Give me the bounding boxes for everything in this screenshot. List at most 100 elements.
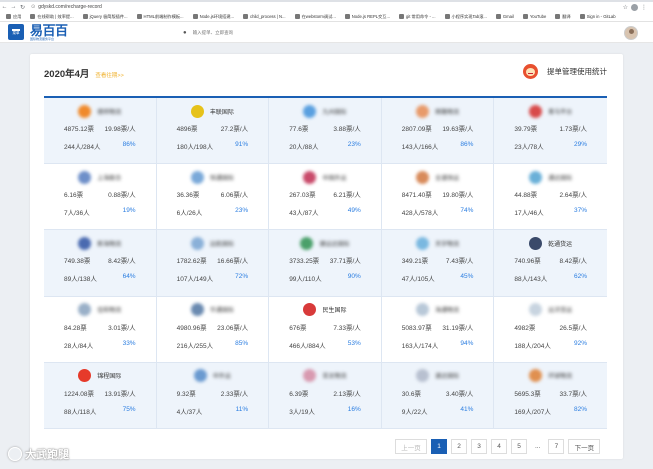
avg-votes: 19.63票/人 bbox=[442, 126, 474, 133]
site-logo[interactable]: 易百百 国际物流服务平台 bbox=[30, 24, 68, 41]
next-page-button[interactable]: 下一页 bbox=[568, 439, 601, 454]
brand-stat-cell[interactable]: 顺路物流 2807.09票 19.63票/人 143人/166人 86% bbox=[381, 98, 495, 165]
brand-stat-cell[interactable]: 华通国际 4980.96票 23.06票/人 216人/255人 85% bbox=[156, 296, 270, 363]
menu-button[interactable]: 菜单 bbox=[8, 24, 24, 40]
bookmark-label: Node.js REPL交互... bbox=[351, 13, 390, 19]
usage-percent: 75% bbox=[122, 405, 136, 413]
bookmark-item[interactable]: child_process | N... bbox=[243, 14, 286, 19]
bookmark-favicon-icon bbox=[555, 14, 561, 19]
usage-percent: 41% bbox=[460, 405, 474, 413]
bookmark-item[interactable]: YouTube bbox=[522, 14, 546, 19]
search-icon[interactable]: ● bbox=[183, 30, 187, 36]
back-icon[interactable]: ← bbox=[0, 3, 9, 12]
usage-percent: 23% bbox=[347, 141, 361, 148]
url-field[interactable]: ⊙ gdyskd.com/recharge-record bbox=[31, 3, 623, 11]
people-count: 3人/19人 bbox=[289, 408, 315, 416]
brand-stat-cell[interactable]: 上海联合 6.16票 0.88票/人 7人/36人 19% bbox=[44, 164, 157, 231]
brand-name: 民生国际 bbox=[322, 308, 347, 315]
bookmark-item[interactable]: 在webstorm调试... bbox=[294, 14, 336, 20]
brand-stat-cell[interactable]: 佳和物流 84.28票 3.01票/人 28人/84人 33% bbox=[44, 296, 157, 363]
bookmark-label: 在线帮助 | 效率提... bbox=[37, 13, 74, 19]
brand-logo-icon bbox=[529, 303, 543, 317]
brand-logo-icon bbox=[529, 236, 543, 250]
brand-stat-cell[interactable]: 远洋货运 4982票 26.5票/人 188人/204人 92% bbox=[494, 297, 607, 363]
bookmark-item[interactable]: Node.js REPL交互... bbox=[344, 13, 390, 20]
bookmark-item[interactable]: Gmail bbox=[495, 14, 514, 19]
avg-votes: 26.5票/人 bbox=[559, 324, 587, 332]
bookmark-item[interactable]: HTML前端制作模板... bbox=[136, 13, 184, 20]
brand-stat-cell[interactable]: 恒通国际 36.36票 6.06票/人 6人/26人 23% bbox=[156, 164, 270, 231]
user-avatar[interactable] bbox=[624, 26, 638, 40]
total-votes: 2807.09票 bbox=[401, 126, 432, 133]
page-button-3[interactable]: 3 bbox=[471, 439, 487, 454]
page-button-1[interactable]: 1 bbox=[431, 439, 447, 454]
brand-name: 速达国际 bbox=[435, 374, 460, 381]
brand-name: 青马平台 bbox=[548, 109, 573, 116]
brand-stat-cell[interactable]: 全速快运 8471.40票 19.80票/人 428人/578人 74% bbox=[381, 164, 495, 231]
more-icon[interactable]: ⋮ bbox=[641, 4, 647, 11]
page-button-2[interactable]: 2 bbox=[451, 439, 467, 454]
bookmark-label: Node.js环境搭建... bbox=[199, 13, 235, 19]
brand-stat-cell[interactable]: 民生国际 676票 7.33票/人 466人/884人 53% bbox=[269, 296, 382, 363]
page-button-4[interactable]: 4 bbox=[491, 439, 507, 454]
search-input[interactable] bbox=[192, 28, 293, 37]
brand-stat-cell[interactable]: 通达国际 44.88票 2.64票/人 17人/46人 37% bbox=[494, 164, 607, 231]
forward-icon[interactable]: → bbox=[9, 3, 18, 12]
brand-stat-cell[interactable]: 中外运 9.32票 2.33票/人 4人/37人 11% bbox=[156, 362, 270, 429]
brand-stat-cell[interactable]: 速达国际 30.6票 3.40票/人 9人/22人 41% bbox=[381, 362, 495, 429]
total-votes: 4980.96票 bbox=[176, 324, 207, 332]
stats-title: 提单管理使用统计 bbox=[547, 67, 607, 76]
brand-logo-icon bbox=[78, 236, 92, 250]
prev-page-button[interactable]: 上一页 bbox=[395, 439, 427, 454]
lock-icon: ⊙ bbox=[31, 4, 36, 10]
avg-votes: 1.73票/人 bbox=[559, 126, 587, 133]
brand-logo-icon bbox=[416, 170, 430, 184]
brand-logo-icon bbox=[416, 303, 430, 317]
bookmark-favicon-icon bbox=[192, 14, 198, 19]
bookmark-item[interactable]: jQuery 极简版插件... bbox=[82, 14, 128, 20]
brand-stat-cell[interactable]: 德邦物流 4875.12票 19.98票/人 244人/284人 86% bbox=[44, 98, 157, 165]
total-votes: 4896票 bbox=[176, 126, 198, 133]
brand-stat-cell[interactable]: 锦程国际 1224.08票 13.91票/人 88人/118人 75% bbox=[44, 362, 157, 429]
bookmark-item[interactable]: git 常用命令 - ... bbox=[398, 14, 436, 20]
brand-stat-cell[interactable]: 九州国际 77.6票 3.88票/人 20人/88人 23% bbox=[269, 98, 382, 165]
brand-logo-icon bbox=[303, 104, 317, 118]
total-votes: 84.28票 bbox=[64, 324, 87, 332]
brand-stat-cell[interactable]: 捷运达国际 3733.25票 37.71票/人 99人/110人 90% bbox=[269, 230, 382, 297]
pagination: 上一页 1 2 3 4 5... 7 下一页 bbox=[395, 439, 601, 454]
brand-stat-cell[interactable]: 远航国际 1782.62票 16.66票/人 107人/149人 72% bbox=[156, 230, 270, 297]
page-button-last[interactable]: 7 bbox=[548, 439, 565, 454]
avg-votes: 3.88票/人 bbox=[333, 126, 361, 133]
bookmark-item[interactable]: Node.js环境搭建... bbox=[192, 13, 235, 20]
brand-stat-cell[interactable]: 乾通货运 740.96票 8.42票/人 88人/143人 62% bbox=[494, 230, 607, 297]
star-icon[interactable]: ☆ bbox=[623, 4, 628, 11]
brand-stat-cell[interactable]: 亚太物流 6.39票 2.13票/人 3人/19人 16% bbox=[269, 362, 382, 429]
brand-stat-cell[interactable]: 丰联国际 4896票 27.2票/人 180人/198人 91% bbox=[156, 98, 270, 165]
brand-logo-icon bbox=[78, 170, 92, 184]
brand-name: 通达国际 bbox=[548, 175, 573, 182]
bookmark-label: HTML前端制作模板... bbox=[143, 13, 184, 19]
brand-stat-cell[interactable]: 海通物流 5083.97票 31.19票/人 163人/174人 94% bbox=[381, 296, 495, 363]
brand-name: 顺路物流 bbox=[435, 109, 460, 116]
bookmark-item[interactable]: Sign in - GitLab bbox=[579, 14, 616, 19]
bookmark-item[interactable]: 应用 bbox=[6, 14, 21, 20]
watermark: 大武跑腿 bbox=[8, 446, 69, 462]
avg-votes: 2.13票/人 bbox=[333, 390, 361, 398]
profile-icon[interactable] bbox=[631, 3, 638, 11]
reload-icon[interactable]: ↻ bbox=[18, 3, 27, 12]
page-button-5[interactable]: 5 bbox=[511, 439, 527, 454]
brand-stat-cell[interactable]: 环球物流 5695.3票 33.7票/人 169人/207人 82% bbox=[494, 362, 607, 429]
view-past-link[interactable]: 查看往期>> bbox=[95, 71, 123, 79]
people-count: 244人/284人 bbox=[64, 144, 101, 151]
brand-logo-icon bbox=[303, 303, 317, 317]
bookmark-item[interactable]: 小程序实现Tab滚... bbox=[444, 14, 487, 20]
usage-percent: 86% bbox=[122, 141, 136, 148]
bookmark-item[interactable]: 在线帮助 | 效率提... bbox=[30, 13, 74, 20]
brand-logo-icon bbox=[416, 236, 430, 250]
brand-stat-cell[interactable]: 天宇物流 349.21票 7.43票/人 47人/105人 45% bbox=[381, 230, 495, 297]
bookmark-item[interactable]: 翻译 bbox=[555, 14, 571, 20]
brand-stat-cell[interactable]: 新海物流 749.38票 8.42票/人 89人/138人 64% bbox=[44, 230, 157, 297]
bookmark-label: 应用 bbox=[13, 13, 22, 19]
brand-stat-cell[interactable]: 中国外运 267.03票 6.21票/人 43人/87人 49% bbox=[269, 164, 382, 231]
brand-stat-cell[interactable]: 青马平台 39.79票 1.73票/人 23人/78人 29% bbox=[494, 98, 607, 165]
